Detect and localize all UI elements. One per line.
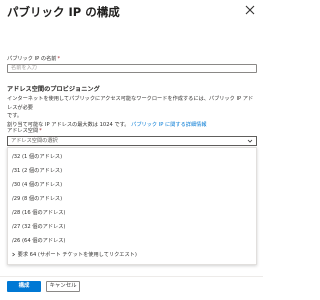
address-space-label: アドレス空間* [7,128,42,134]
required-mark: * [57,56,61,62]
name-input[interactable]: 名前を入力 [7,64,257,73]
dropdown-option[interactable]: /30 (4 個のアドレス) [12,181,62,188]
custom-request-option[interactable]: 要求 64 (サポート チケットを使用してリクエスト) [11,251,137,258]
dropdown-option[interactable]: /32 (1 個のアドレス) [12,153,62,160]
name-label: パブリック IP の名前* [7,56,61,62]
close-icon[interactable] [245,5,255,15]
dropdown-option[interactable]: /28 (16 個のアドレス) [12,209,65,216]
learn-more-link[interactable]: パブリック IP に関する詳細情報 [131,122,206,128]
chevron-down-icon [247,139,253,143]
dropdown-option[interactable]: /29 (8 個のアドレス) [12,195,62,202]
section-description: インターネットを使用してパブリックにアクセス可能なワークロードを作成するには、パ… [7,96,254,128]
chevron-right-icon [12,252,16,257]
dropdown-option[interactable]: /26 (64 個のアドレス) [12,237,65,244]
footer-divider [0,276,263,277]
name-placeholder: 名前を入力 [11,65,37,71]
address-space-placeholder: アドレス空間の選択 [11,138,58,144]
address-space-dropdown: /32 (1 個のアドレス) /31 (2 個のアドレス) /30 (4 個のア… [7,147,257,265]
cancel-button[interactable]: キャンセル [46,281,80,292]
dropdown-option[interactable]: /31 (2 個のアドレス) [12,167,62,174]
section-title: アドレス空間のプロビジョニング [7,86,100,93]
dropdown-option[interactable]: /27 (32 個のアドレス) [12,223,65,230]
configure-button[interactable]: 構成 [7,281,41,292]
panel-title: パブリック IP の構成 [7,5,120,19]
address-space-select[interactable]: アドレス空間の選択 [7,136,257,146]
